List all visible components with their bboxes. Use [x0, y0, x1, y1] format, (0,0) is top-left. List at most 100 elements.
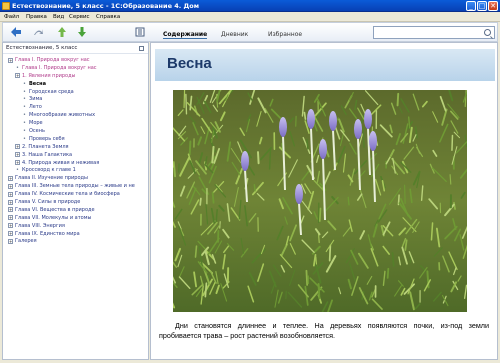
tree-item-label: 2. Планета Земля — [22, 143, 69, 150]
menu-help[interactable]: Справка — [96, 14, 120, 20]
expand-toggle-icon[interactable]: + — [8, 199, 13, 205]
tree-item[interactable]: +4. Природа живая и неживая — [3, 160, 148, 168]
bullet-icon: • — [16, 167, 19, 174]
tree-item-label: Проверь себя — [29, 135, 65, 142]
menu-file[interactable]: Файл — [4, 14, 19, 20]
bullet-icon: • — [23, 112, 26, 119]
tab-contents[interactable]: Содержание — [163, 31, 208, 39]
tree-item[interactable]: • Лето — [3, 104, 148, 112]
tree-item[interactable]: + Глава VII. Молекулы и атомы — [3, 215, 148, 223]
tree-item[interactable]: +1. Явления природы — [3, 73, 148, 81]
tree-item-label: Городская среда — [29, 88, 74, 95]
tree-item[interactable]: +2. Планета Земля — [3, 144, 148, 152]
window-title: Естествознание, 5 класс - 1С:Образование… — [12, 2, 200, 10]
toc-icon[interactable] — [133, 25, 147, 39]
menu-edit[interactable]: Правка — [26, 14, 47, 20]
tree-item[interactable]: • Городская среда — [3, 89, 148, 97]
expand-toggle-icon[interactable]: + — [15, 144, 20, 150]
tree-item-label: 4. Природа живая и неживая — [22, 159, 100, 166]
bullet-icon: • — [23, 135, 26, 142]
sidebar-title: Естествознание, 5 класс — [6, 45, 78, 51]
tree-item[interactable]: + Глава VI. Вещества в природе — [3, 207, 148, 215]
tab-diary[interactable]: Дневник — [221, 31, 248, 38]
forward-icon[interactable] — [31, 25, 45, 39]
collapse-icon[interactable] — [139, 46, 144, 51]
expand-toggle-icon[interactable]: + — [8, 215, 13, 221]
tree-item-label: Глава IX. Единство мира — [15, 230, 80, 237]
tree-item-label: Весна — [29, 80, 46, 87]
menu-view[interactable]: Вид — [53, 14, 64, 20]
tree-item-label: Глава III. Земные тела природы – живые и… — [15, 183, 135, 190]
toolbar: Содержание Дневник Избранное — [2, 22, 498, 42]
tree-item[interactable]: + Галерея — [3, 238, 148, 246]
tree-item[interactable]: • Море — [3, 120, 148, 128]
minimize-button[interactable]: _ — [466, 1, 476, 11]
expand-toggle-icon[interactable]: + — [8, 223, 13, 229]
bullet-icon: • — [23, 120, 26, 127]
menu-bar: Файл Правка Вид Сервис Справка — [0, 12, 500, 22]
tree-item[interactable]: • Весна — [3, 81, 148, 89]
bullet-icon: • — [23, 128, 26, 135]
tree-item-label: Глава II. Изучение природы — [15, 175, 88, 182]
expand-toggle-icon[interactable]: + — [15, 152, 20, 158]
tree-item[interactable]: • Глава I. Природа вокруг нас — [3, 65, 148, 73]
search-input[interactable] — [373, 26, 495, 39]
tree-item-label: Кроссворд к главе 1 — [22, 167, 76, 174]
expand-toggle-icon[interactable]: + — [8, 175, 13, 181]
expand-toggle-icon[interactable]: + — [8, 238, 13, 244]
maximize-button[interactable]: □ — [477, 1, 487, 11]
tree-item[interactable]: • Многообразие животных — [3, 112, 148, 120]
heading-band: Весна — [155, 49, 495, 81]
download-icon[interactable] — [75, 25, 89, 39]
tree-item-label: Осень — [29, 128, 45, 135]
tree-item-label: Лето — [29, 104, 42, 111]
tree-item[interactable]: + Глава VIII. Энергия — [3, 223, 148, 231]
bullet-icon: • — [23, 80, 26, 87]
tree-item-label: Море — [29, 120, 43, 127]
expand-toggle-icon[interactable]: + — [8, 207, 13, 213]
crocus-photo — [173, 90, 467, 312]
tree-item-label: Глава I. Природа вокруг нас — [22, 64, 97, 71]
sidebar: Естествознание, 5 класс + Глава I. Природ… — [2, 42, 149, 360]
tree-item-label: 1. Явления природы — [22, 72, 76, 79]
search-icon[interactable] — [484, 29, 491, 36]
tree-item-label: Глава VII. Молекулы и атомы — [15, 214, 92, 221]
expand-toggle-icon[interactable]: + — [8, 183, 13, 189]
tree-item-label: Зима — [29, 96, 43, 103]
tree-item[interactable]: • Зима — [3, 96, 148, 104]
sidebar-header: Естествознание, 5 класс — [3, 43, 148, 54]
tree-item[interactable]: +3. Наша Галактика — [3, 152, 148, 160]
app-icon — [2, 2, 10, 10]
expand-toggle-icon[interactable]: + — [8, 191, 13, 197]
bullet-icon: • — [23, 88, 26, 95]
tree-item[interactable]: + Глава IV. Космические тела и биосфера — [3, 191, 148, 199]
tree-item-label: Глава IV. Космические тела и биосфера — [15, 191, 120, 198]
caption-text: Дни становятся длиннее и теплее. На дере… — [159, 321, 489, 340]
tree-item[interactable]: + Глава II. Изучение природы — [3, 175, 148, 183]
tab-favorites[interactable]: Избранное — [268, 31, 302, 38]
tree-item[interactable]: + Глава IX. Единство мира — [3, 231, 148, 239]
tree-item-label: Глава VIII. Энергия — [15, 222, 65, 229]
expand-toggle-icon[interactable]: + — [15, 73, 20, 79]
tree-item[interactable]: • Осень — [3, 128, 148, 136]
bullet-icon: • — [16, 64, 19, 71]
page-title: Весна — [167, 55, 212, 72]
tree-item[interactable]: + Глава V. Силы в природе — [3, 199, 148, 207]
menu-tools[interactable]: Сервис — [69, 14, 90, 20]
tree-item[interactable]: • Кроссворд к главе 1 — [3, 167, 148, 175]
expand-toggle-icon[interactable]: + — [15, 160, 20, 166]
tree-item-label: Многообразие животных — [29, 112, 96, 119]
tree-item-label: 3. Наша Галактика — [22, 151, 73, 158]
content-pane: Весна Дни становятся длиннее и теплее. Н… — [150, 42, 498, 360]
tree-item-label: Глава V. Силы в природе — [15, 199, 81, 206]
tree-item[interactable]: • Проверь себя — [3, 136, 148, 144]
expand-toggle-icon[interactable]: + — [8, 57, 13, 63]
bullet-icon: • — [23, 104, 26, 111]
tree-item[interactable]: + Глава I. Природа вокруг нас — [3, 57, 148, 65]
close-button[interactable]: ✕ — [488, 1, 498, 11]
expand-toggle-icon[interactable]: + — [8, 231, 13, 237]
up-icon[interactable] — [55, 25, 69, 39]
title-bar: Естествознание, 5 класс - 1С:Образование… — [0, 0, 500, 12]
tree-item[interactable]: + Глава III. Земные тела природы – живые … — [3, 183, 148, 191]
back-icon[interactable] — [9, 25, 23, 39]
